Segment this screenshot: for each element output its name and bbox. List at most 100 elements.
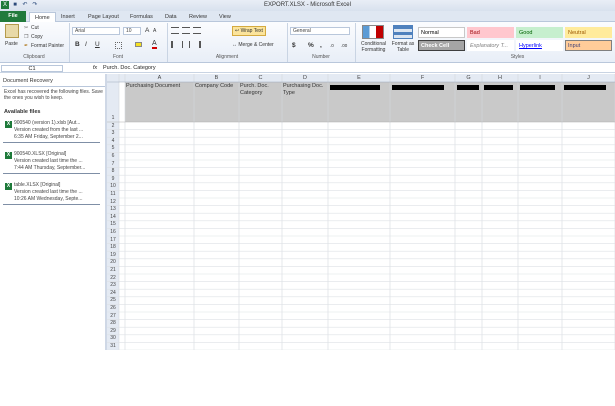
conditional-formatting-icon[interactable] (362, 25, 384, 39)
row-header[interactable]: 8 (107, 168, 119, 174)
name-box[interactable]: C1 (1, 65, 63, 72)
column-header-a[interactable]: A (125, 75, 194, 81)
row-header[interactable]: 31 (107, 343, 119, 349)
worksheet-grid[interactable] (107, 74, 615, 350)
row-header[interactable]: 18 (107, 244, 119, 250)
format-as-table-button[interactable]: Format as Table (390, 41, 416, 53)
paste-button[interactable]: Paste (5, 41, 18, 47)
row-header[interactable]: 11 (107, 191, 119, 197)
tab-insert[interactable]: Insert (56, 12, 80, 22)
row-header[interactable]: 5 (107, 145, 119, 151)
bold-icon[interactable]: B (75, 41, 80, 48)
row-header[interactable]: 29 (107, 328, 119, 334)
increase-decimal-button[interactable]: .0 (330, 43, 334, 48)
column-header-f[interactable]: F (390, 75, 455, 81)
cell-style-5[interactable]: Explanatory T... (467, 40, 514, 51)
row-header[interactable]: 17 (107, 237, 119, 243)
italic-icon[interactable]: I (85, 41, 87, 48)
column-header-e[interactable]: E (328, 75, 390, 81)
shrink-font-button[interactable]: A (153, 28, 156, 34)
row-header[interactable]: 15 (107, 221, 119, 227)
row-header[interactable]: 7 (107, 161, 119, 167)
recovered-file-name[interactable]: 900540.XLSX [Original] (14, 151, 102, 157)
row-header[interactable]: 12 (107, 199, 119, 205)
column-header-c[interactable]: C (239, 75, 282, 81)
row-header[interactable]: 14 (107, 214, 119, 220)
row-header[interactable]: 10 (107, 183, 119, 189)
font-name-select[interactable]: Arial (72, 27, 120, 35)
align-top-icon[interactable] (171, 27, 179, 34)
header-cell-a[interactable]: Purchasing Document (126, 83, 193, 90)
cell-style-4[interactable]: Check Cell (418, 40, 465, 51)
row-header[interactable]: 30 (107, 335, 119, 341)
row-header[interactable]: 2 (107, 123, 119, 129)
header-cell-c[interactable]: Purch. Doc. Category (240, 83, 281, 97)
underline-icon[interactable]: U (95, 41, 100, 48)
tab-data[interactable]: Data (160, 12, 182, 22)
cell-style-1[interactable]: Bad (467, 27, 514, 38)
format-as-table-icon[interactable] (393, 25, 413, 39)
row-header[interactable]: 23 (107, 282, 119, 288)
comma-icon[interactable]: , (320, 42, 322, 49)
header-cell-d[interactable]: Purchasing Doc. Type (283, 83, 327, 97)
format-painter-button[interactable]: Format Painter (31, 43, 64, 49)
align-left-icon[interactable] (171, 41, 179, 48)
row-header[interactable]: 6 (107, 153, 119, 159)
decrease-decimal-button[interactable]: .00 (341, 43, 347, 48)
insert-function-icon[interactable]: fx (90, 64, 100, 73)
paste-icon[interactable] (5, 24, 19, 38)
column-header-j[interactable]: J (562, 75, 615, 81)
row-header[interactable]: 20 (107, 259, 119, 265)
merge-center-button[interactable]: ↔ Merge & Center (232, 42, 274, 48)
row-header[interactable]: 16 (107, 229, 119, 235)
row-header[interactable]: 4 (107, 138, 119, 144)
row-header[interactable]: 25 (107, 297, 119, 303)
number-format-select[interactable]: General (290, 27, 350, 35)
row-header[interactable]: 21 (107, 267, 119, 273)
percent-icon[interactable]: % (308, 42, 314, 49)
row-header[interactable]: 3 (107, 130, 119, 136)
wrap-text-button[interactable]: ↩ Wrap Text (232, 26, 266, 36)
align-bottom-icon[interactable] (193, 27, 201, 34)
cell-style-7[interactable]: Input (565, 40, 612, 51)
column-header-i[interactable]: I (518, 75, 562, 81)
font-color-icon[interactable]: A (152, 40, 157, 49)
currency-icon[interactable]: $ (292, 42, 296, 49)
tab-review[interactable]: Review (184, 12, 212, 22)
copy-button[interactable]: Copy (31, 34, 43, 40)
row-header[interactable]: 24 (107, 290, 119, 296)
row-header[interactable]: 27 (107, 313, 119, 319)
align-center-icon[interactable] (182, 41, 190, 48)
cell-style-0[interactable]: Normal (418, 27, 465, 38)
row-header[interactable]: 13 (107, 206, 119, 212)
tab-home[interactable]: Home (29, 12, 56, 22)
tab-formulas[interactable]: Formulas (125, 12, 158, 22)
column-header-h[interactable]: H (482, 75, 518, 81)
row-header[interactable]: 1 (107, 115, 119, 121)
tab-view[interactable]: View (214, 12, 236, 22)
recovered-file-name[interactable]: 900540 (version 1).xlsb [Aut... (14, 120, 102, 126)
grow-font-button[interactable]: A (145, 27, 149, 34)
column-header-d[interactable]: D (282, 75, 328, 81)
row-header[interactable]: 9 (107, 176, 119, 182)
border-icon[interactable] (115, 42, 122, 49)
cell-style-3[interactable]: Neutral (565, 27, 612, 38)
row-header[interactable]: 28 (107, 320, 119, 326)
cell-style-2[interactable]: Good (516, 27, 563, 38)
row-header[interactable]: 26 (107, 305, 119, 311)
tab-file[interactable]: File (0, 11, 26, 22)
formula-input[interactable]: Purch. Doc. Category (103, 64, 613, 73)
fill-color-icon[interactable] (135, 42, 142, 47)
column-header-b[interactable]: B (194, 75, 239, 81)
row-header[interactable]: 19 (107, 252, 119, 258)
cut-button[interactable]: Cut (31, 25, 39, 31)
conditional-formatting-button[interactable]: Conditional Formatting (356, 41, 391, 53)
column-header-g[interactable]: G (455, 75, 482, 81)
header-cell-b[interactable]: Company Code (195, 83, 238, 90)
align-middle-icon[interactable] (182, 27, 190, 34)
cell-style-6[interactable]: Hyperlink (516, 40, 563, 51)
font-size-select[interactable]: 10 (123, 27, 141, 35)
tab-page-layout[interactable]: Page Layout (83, 12, 124, 22)
align-right-icon[interactable] (193, 41, 201, 48)
row-header[interactable]: 22 (107, 275, 119, 281)
